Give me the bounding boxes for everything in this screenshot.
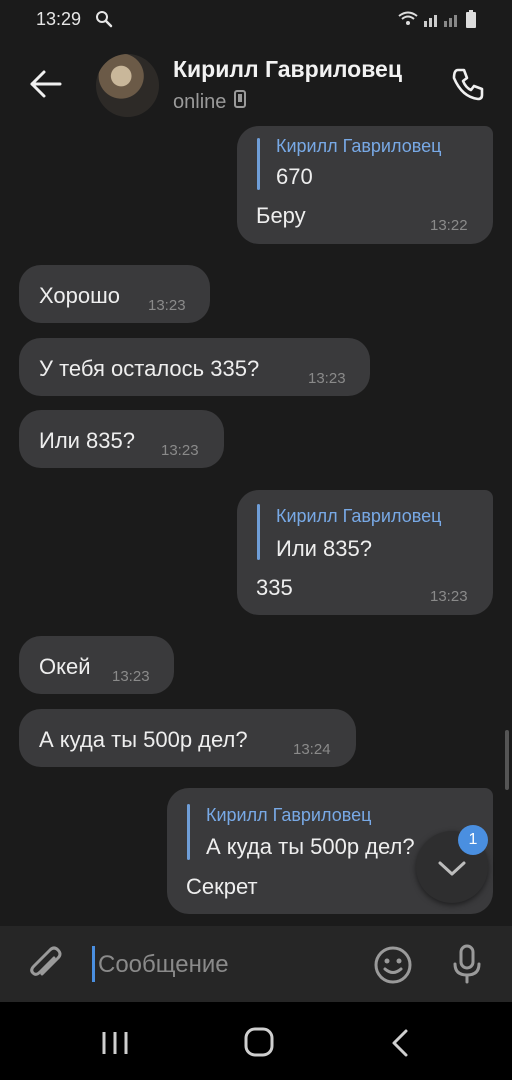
message-input[interactable] (96, 944, 360, 986)
system-nav-bar (0, 1002, 512, 1080)
reply-bar (257, 138, 260, 190)
call-button[interactable] (446, 62, 490, 106)
scrollbar[interactable] (505, 730, 509, 790)
avatar[interactable] (96, 54, 159, 117)
online-label: online (173, 90, 227, 113)
message-time: 13:23 (148, 297, 186, 314)
chevron-left-icon (392, 1029, 408, 1057)
smiley-icon (374, 946, 412, 984)
search-icon (95, 10, 113, 33)
message-bubble-in[interactable]: У тебя осталось 335? 13:23 (19, 338, 370, 396)
text-cursor (92, 946, 95, 982)
message-bubble-out[interactable]: Кирилл Гавриловец 670 Беру 13:22 (237, 126, 493, 244)
battery-icon (466, 10, 476, 33)
reply-bar (257, 504, 260, 560)
status-bar: 13:29 (0, 0, 512, 40)
message-bubble-in[interactable]: А куда ты 500р дел? 13:24 (19, 709, 356, 767)
chat-header: Кирилл Гавриловец online (0, 40, 512, 130)
wifi-icon (398, 11, 418, 32)
paperclip-icon (30, 946, 62, 976)
reply-quote: Или 835? (276, 536, 372, 561)
message-time: 13:22 (430, 217, 468, 234)
message-text: Секрет (186, 874, 258, 899)
message-bubble-in[interactable]: Окей 13:23 (19, 636, 174, 694)
message-text: Или 835? (39, 428, 135, 453)
chat-title[interactable]: Кирилл Гавриловец (173, 56, 402, 83)
reply-quote: А куда ты 500р дел? (206, 834, 415, 859)
phone-icon (452, 68, 484, 101)
home-button[interactable] (243, 1026, 275, 1063)
message-time: 13:23 (430, 588, 468, 605)
message-text: Беру (256, 203, 306, 228)
reply-author: Кирилл Гавриловец (206, 805, 372, 825)
message-text: Хорошо (39, 283, 121, 308)
microphone-icon (453, 944, 481, 984)
reply-bar (187, 804, 190, 860)
message-time: 13:23 (112, 668, 150, 685)
status-icons (398, 10, 476, 33)
message-time: 13:23 (308, 370, 346, 387)
system-back-button[interactable] (388, 1028, 412, 1063)
message-bubble-in[interactable]: Хорошо 13:23 (19, 265, 210, 323)
reply-quote: 670 (276, 164, 313, 189)
home-icon (244, 1027, 274, 1057)
arrow-left-icon (30, 70, 62, 98)
chat-screen: 13:29 Кирилл Гавриловец online Кирилл Га… (0, 0, 512, 1080)
reply-author: Кирилл Гавриловец (276, 136, 442, 156)
message-text: А куда ты 500р дел? (39, 727, 248, 752)
signal-icon (424, 11, 460, 32)
voice-message-button[interactable] (446, 942, 488, 986)
attach-button[interactable] (26, 944, 66, 984)
recent-apps-icon (102, 1032, 128, 1054)
message-text: Окей (39, 654, 91, 679)
message-bubble-out[interactable]: Кирилл Гавриловец Или 835? 335 13:23 (237, 490, 493, 615)
unread-badge: 1 (458, 825, 488, 855)
reply-author: Кирилл Гавриловец (276, 506, 442, 526)
online-status: online (173, 90, 247, 114)
mobile-device-icon (234, 90, 247, 114)
message-composer (0, 926, 512, 1002)
message-bubble-in[interactable]: Или 835? 13:23 (19, 410, 224, 468)
emoji-button[interactable] (372, 944, 414, 986)
message-time: 13:24 (293, 741, 331, 758)
status-time: 13:29 (36, 9, 82, 29)
message-time: 13:23 (161, 442, 199, 459)
message-text: У тебя осталось 335? (39, 356, 260, 381)
back-button[interactable] (24, 62, 68, 106)
recent-apps-button[interactable] (100, 1030, 130, 1061)
message-text: 335 (256, 575, 293, 600)
